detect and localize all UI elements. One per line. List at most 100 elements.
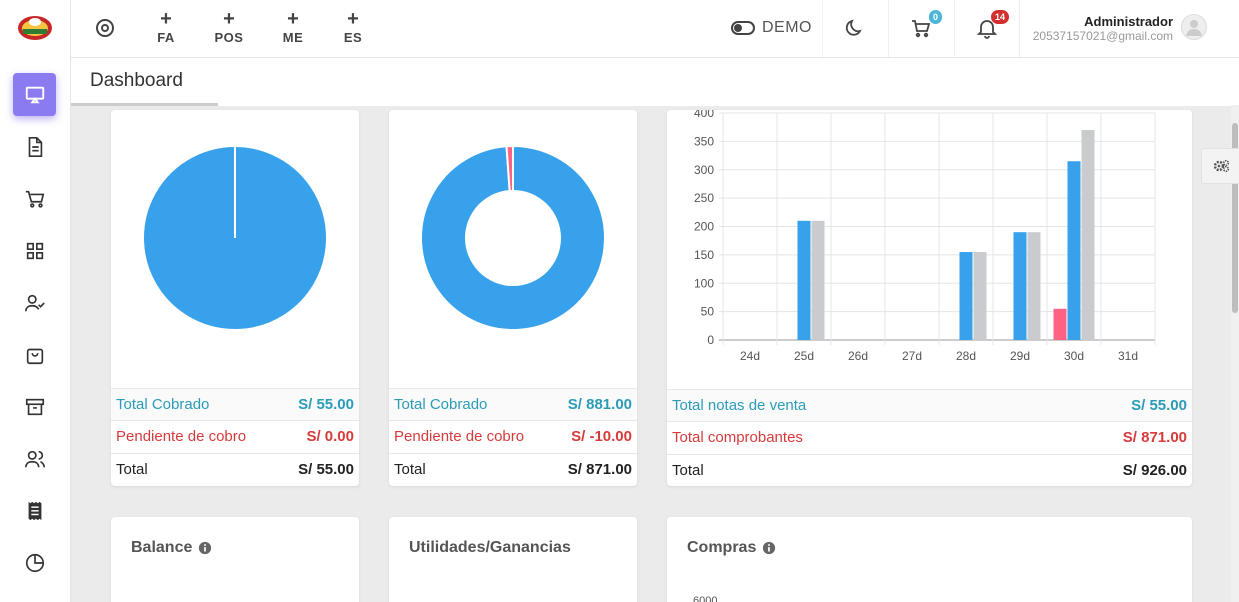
y-tick-label: 100 (694, 276, 714, 290)
sidebar-item-receipts[interactable] (13, 489, 56, 532)
archive-icon (25, 398, 44, 415)
cart-icon (25, 190, 44, 208)
sidebar-item-products[interactable] (13, 229, 56, 272)
row-label: Total (672, 462, 704, 479)
bar[interactable] (973, 252, 987, 340)
row-value: S/ 871.00 (1122, 429, 1187, 446)
card-title: Balance (131, 539, 212, 557)
avatar[interactable] (1181, 14, 1207, 40)
user-name: Administrador (1084, 14, 1173, 29)
x-tick-label: 26d (848, 349, 868, 363)
row-label: Total (116, 461, 148, 478)
bar[interactable] (1053, 308, 1067, 340)
pendiente-row: Pendiente de cobro S/ 0.00 (111, 420, 359, 452)
cart-count-badge: 0 (929, 10, 943, 24)
divider (1019, 0, 1020, 57)
notas-venta-row: Total notas de venta S/ 55.00 (667, 389, 1192, 421)
sidebar-item-clients[interactable] (13, 281, 56, 324)
row-label: Total Cobrado (116, 396, 210, 413)
sidebar-item-inventory[interactable] (13, 385, 56, 428)
total-row: Total S/ 926.00 (667, 454, 1192, 486)
sidebar-item-users[interactable] (13, 437, 56, 480)
row-value: S/ 0.00 (306, 428, 354, 445)
donut-chart (420, 144, 606, 331)
donut-chart-slices (420, 144, 606, 331)
company-logo[interactable] (15, 12, 55, 44)
bar[interactable] (797, 220, 811, 340)
user-email: 20537157021@gmail.com (1032, 29, 1173, 43)
shortcut-me-button[interactable]: + ME (268, 9, 318, 45)
x-tick-label: 29d (1010, 349, 1030, 363)
gears-icon (1213, 159, 1229, 173)
y-tick-label: 6000 (693, 595, 718, 602)
bar-chart: 0 50 100 150 200 250 300 350 400 24d 25d 26d 27d 28d 2… (694, 110, 1156, 363)
y-tick-label: 300 (694, 163, 714, 177)
pie-chart (142, 145, 328, 331)
shortcut-pos-button[interactable]: + POS (204, 9, 254, 45)
balance-card: Balance (111, 517, 359, 602)
toggle-icon (731, 21, 755, 35)
monitor-icon (25, 86, 44, 103)
pie-chart-icon (25, 553, 44, 572)
total-row: Total S/ 55.00 (111, 453, 359, 485)
row-value: S/ 871.00 (567, 461, 632, 478)
row-value: S/ 55.00 (298, 396, 354, 413)
demo-label: DEMO (762, 19, 812, 36)
bar[interactable] (1013, 232, 1027, 340)
info-icon[interactable] (762, 541, 776, 555)
row-label: Total Cobrado (394, 396, 488, 413)
x-tick-label: 25d (794, 349, 814, 363)
target-icon[interactable] (94, 17, 116, 39)
sidebar-item-dashboard[interactable] (13, 73, 56, 116)
sales-notes-card: Total Cobrado S/ 55.00 Pendiente de cobr… (111, 110, 359, 486)
shortcut-es-button[interactable]: + ES (328, 9, 378, 45)
page-title: Dashboard (90, 70, 183, 91)
utilidades-card: Utilidades/Ganancias (389, 517, 637, 602)
sales-totals-card: 0 50 100 150 200 250 300 350 400 24d 25d 26d 27d 28d 2… (667, 110, 1192, 486)
y-tick-label: 150 (694, 248, 714, 262)
x-tick-label: 31d (1118, 349, 1138, 363)
tab-underline (71, 103, 218, 106)
demo-toggle[interactable]: DEMO (731, 19, 812, 37)
grid-icon (26, 242, 43, 259)
total-cobrado-row: Total Cobrado S/ 55.00 (111, 388, 359, 420)
sidebar (0, 0, 71, 602)
user-check-icon (24, 294, 45, 311)
compras-card: Compras 6000 (667, 517, 1192, 602)
bar[interactable] (1027, 232, 1041, 340)
bar[interactable] (811, 220, 825, 340)
divider (822, 0, 823, 57)
sidebar-item-purchases[interactable] (13, 333, 56, 376)
bar[interactable] (1081, 130, 1095, 340)
pendiente-row: Pendiente de cobro S/ -10.00 (389, 420, 637, 452)
x-tick-label: 28d (956, 349, 976, 363)
row-value: S/ 55.00 (298, 461, 354, 478)
receipt-icon (28, 501, 41, 520)
total-row: Total S/ 871.00 (389, 453, 637, 485)
y-tick-label: 200 (694, 220, 714, 234)
y-tick-label: 50 (701, 305, 715, 319)
x-tick-label: 30d (1064, 349, 1084, 363)
sidebar-item-documents[interactable] (13, 125, 56, 168)
bar[interactable] (959, 252, 973, 340)
row-value: S/ 55.00 (1131, 397, 1187, 414)
sidebar-item-reports[interactable] (13, 541, 56, 584)
x-tick-label: 27d (902, 349, 922, 363)
page-header: Dashboard (71, 58, 1239, 106)
row-label: Pendiente de cobro (394, 428, 525, 445)
total-cobrado-row: Total Cobrado S/ 881.00 (389, 388, 637, 420)
info-icon[interactable] (198, 541, 212, 555)
topbar: + FA + POS + ME + ES DEMO 0 14 Administr… (71, 0, 1239, 58)
y-tick-label: 350 (694, 134, 714, 148)
sidebar-item-sales[interactable] (13, 177, 56, 220)
bar[interactable] (1067, 161, 1081, 340)
settings-tab[interactable] (1201, 148, 1239, 184)
y-tick-label: 400 (694, 110, 714, 120)
shopping-bag-icon (26, 348, 43, 364)
user-menu[interactable]: Administrador 20537157021@gmail.com (1033, 14, 1173, 43)
comprobantes-card: Total Cobrado S/ 881.00 Pendiente de cob… (389, 110, 637, 486)
moon-icon[interactable] (844, 17, 866, 39)
comprobantes-row: Total comprobantes S/ 871.00 (667, 421, 1192, 453)
y-tick-label: 250 (694, 191, 714, 205)
shortcut-fa-button[interactable]: + FA (141, 9, 191, 45)
